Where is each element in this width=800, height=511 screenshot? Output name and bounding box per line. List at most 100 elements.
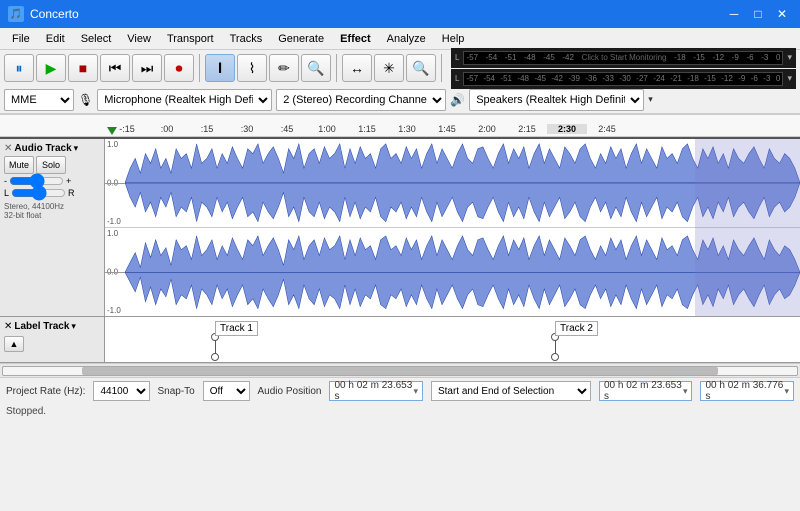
label-up-button[interactable]: ▲ — [4, 336, 24, 352]
menu-effect[interactable]: Effect — [332, 31, 379, 47]
project-rate-select[interactable]: 44100 — [93, 381, 149, 401]
mute-button[interactable]: Mute — [4, 156, 34, 174]
waveform-channel-bottom: 1.0 0.0 -1.0 — [105, 228, 800, 317]
pan-slider[interactable] — [11, 189, 66, 197]
skip-forward-button[interactable]: ⏭ — [132, 54, 162, 82]
time-ruler: -:15 :00 :15 :30 :45 1:00 1:15 1:30 1:45… — [0, 115, 800, 137]
title-bar: 🎵 Concerto ─ □ ✕ — [0, 0, 800, 28]
sel-start-dropdown[interactable]: ▾ — [683, 386, 688, 397]
snap-to-select[interactable]: Off — [203, 381, 250, 401]
label-text-1[interactable]: Track 1 — [215, 321, 258, 336]
audio-track-buttons: Mute Solo — [4, 156, 100, 174]
label-track-close[interactable]: ✕ — [4, 321, 12, 332]
audio-position-field[interactable]: 00 h 02 m 23.653 s ▾ — [329, 381, 423, 401]
play-button[interactable]: ▶ — [36, 54, 66, 82]
selection-type-select[interactable]: Start and End of Selection — [431, 381, 591, 401]
menu-generate[interactable]: Generate — [270, 31, 332, 47]
input-meter: L -57-54-51-48-45-42 Click to Start Moni… — [451, 48, 796, 68]
pan-row: L R — [4, 188, 100, 198]
ruler-label: :00 — [147, 124, 187, 134]
audio-host-select[interactable]: MME — [4, 89, 74, 111]
app-title: Concerto — [30, 7, 79, 21]
window-controls: ─ □ ✕ — [724, 4, 792, 24]
project-rate-label: Project Rate (Hz): — [6, 386, 85, 397]
audio-track-dropdown[interactable]: ▾ — [74, 143, 79, 154]
pan-right-label: R — [68, 188, 75, 198]
status-message: Stopped. — [6, 406, 46, 417]
label-canvas[interactable]: Track 1 Track 2 — [105, 317, 800, 362]
menu-help[interactable]: Help — [434, 31, 473, 47]
menu-tracks[interactable]: Tracks — [222, 31, 271, 47]
gain-max-label: + — [66, 176, 71, 186]
meter-input-label: L — [455, 53, 459, 62]
sel-end-value: 00 h 02 m 36.776 s — [705, 380, 784, 402]
close-button[interactable]: ✕ — [772, 4, 792, 24]
stop-button[interactable]: ■ — [68, 54, 98, 82]
label-track2: Track 2 — [555, 321, 598, 336]
ruler-label: 1:30 — [387, 124, 427, 134]
label-track-controls: ✕ Label Track ▾ ▲ — [0, 317, 105, 362]
output-scale-text: -57-54-51-48-45-42-39-36-33-30-27-24-21-… — [464, 74, 782, 83]
sel-start-value: 00 h 02 m 23.653 s — [604, 380, 683, 402]
waveform-svg-bottom — [125, 228, 800, 317]
status-text: Stopped. — [0, 404, 800, 419]
menu-select[interactable]: Select — [73, 31, 120, 47]
channels-select[interactable]: 2 (Stereo) Recording Channels — [276, 89, 446, 111]
draw-tool-button[interactable]: ✏ — [269, 54, 299, 82]
scrollbar-thumb[interactable] — [82, 367, 717, 375]
gain-min-label: - — [4, 176, 7, 186]
toolbar-sep-3 — [441, 54, 442, 82]
click-to-monitor: Click to Start Monitoring — [582, 53, 667, 62]
input-device-select[interactable]: Microphone (Realtek High Defini — [97, 89, 272, 111]
gain-slider[interactable] — [9, 177, 64, 185]
time-shift-button[interactable]: ↔ — [342, 54, 372, 82]
output-device-select[interactable]: Speakers (Realtek High Definiti — [469, 89, 644, 111]
ruler-label: 2:15 — [507, 124, 547, 134]
audio-track-close-button[interactable]: ✕ — [4, 143, 12, 154]
sel-start-field[interactable]: 00 h 02 m 23.653 s ▾ — [599, 381, 693, 401]
multi-tool-button[interactable]: ✳ — [374, 54, 404, 82]
menu-file[interactable]: File — [4, 31, 38, 47]
audio-track-header: ✕ Audio Track ▾ — [4, 143, 100, 154]
envelope-tool-button[interactable]: ⌇ — [237, 54, 267, 82]
y-label-top-2: 1.0 — [107, 229, 118, 238]
audio-track-row: ✕ Audio Track ▾ Mute Solo - + L R Stereo… — [0, 137, 800, 317]
mic-icon: 🎙 — [78, 93, 93, 107]
label-track-header: ✕ Label Track ▾ — [4, 321, 100, 332]
menu-analyze[interactable]: Analyze — [379, 31, 434, 47]
label-track1: Track 1 — [215, 321, 258, 336]
pan-left-label: L — [4, 188, 9, 198]
label-pin-head-bot-1 — [211, 353, 219, 361]
label-text-2[interactable]: Track 2 — [555, 321, 598, 336]
pause-button[interactable]: ⏸ — [4, 54, 34, 82]
horizontal-scrollbar[interactable] — [2, 366, 798, 376]
maximize-button[interactable]: □ — [748, 4, 768, 24]
sel-end-field[interactable]: 00 h 02 m 36.776 s ▾ — [700, 381, 794, 401]
skip-back-button[interactable]: ⏮ — [100, 54, 130, 82]
playback-cursor — [107, 127, 117, 135]
record-button[interactable]: ⏺ — [164, 54, 194, 82]
speaker-icon: 🔊 — [450, 93, 465, 107]
transport-toolbar: ⏸ ▶ ■ ⏮ ⏭ ⏺ 𝐈 ⌇ ✏ 🔍 ↔ ✳ 🔍 L -57-54-51-48… — [0, 50, 800, 86]
output-select-arrow: ▾ — [648, 94, 653, 105]
menu-edit[interactable]: Edit — [38, 31, 73, 47]
ruler-label: 2:45 — [587, 124, 627, 134]
zoom-tool-button[interactable]: 🔍 — [301, 54, 331, 82]
audio-track-info: Stereo, 44100Hz 32-bit float — [4, 202, 100, 220]
solo-button[interactable]: Solo — [36, 156, 66, 174]
label-track-dropdown[interactable]: ▾ — [71, 321, 76, 332]
output-meter-options-button[interactable]: ▾ — [787, 73, 792, 84]
zoom-in-button[interactable]: 🔍 — [406, 54, 436, 82]
minimize-button[interactable]: ─ — [724, 4, 744, 24]
status-top-row: Project Rate (Hz): 44100 Snap-To Off Aud… — [0, 378, 800, 404]
menu-transport[interactable]: Transport — [159, 31, 222, 47]
select-tool-button[interactable]: 𝐈 — [205, 54, 235, 82]
menu-view[interactable]: View — [119, 31, 159, 47]
sel-end-dropdown[interactable]: ▾ — [784, 386, 789, 397]
meter-options-button[interactable]: ▾ — [787, 52, 792, 63]
audio-track-name: Audio Track — [14, 143, 71, 154]
audio-track-canvas[interactable]: 1.0 0.0 -1.0 1.0 0.0 -1.0 — [105, 139, 800, 316]
title-bar-left: 🎵 Concerto — [8, 6, 79, 22]
ruler-label-highlight: 2:30 — [547, 124, 587, 134]
audio-pos-dropdown[interactable]: ▾ — [413, 386, 418, 397]
